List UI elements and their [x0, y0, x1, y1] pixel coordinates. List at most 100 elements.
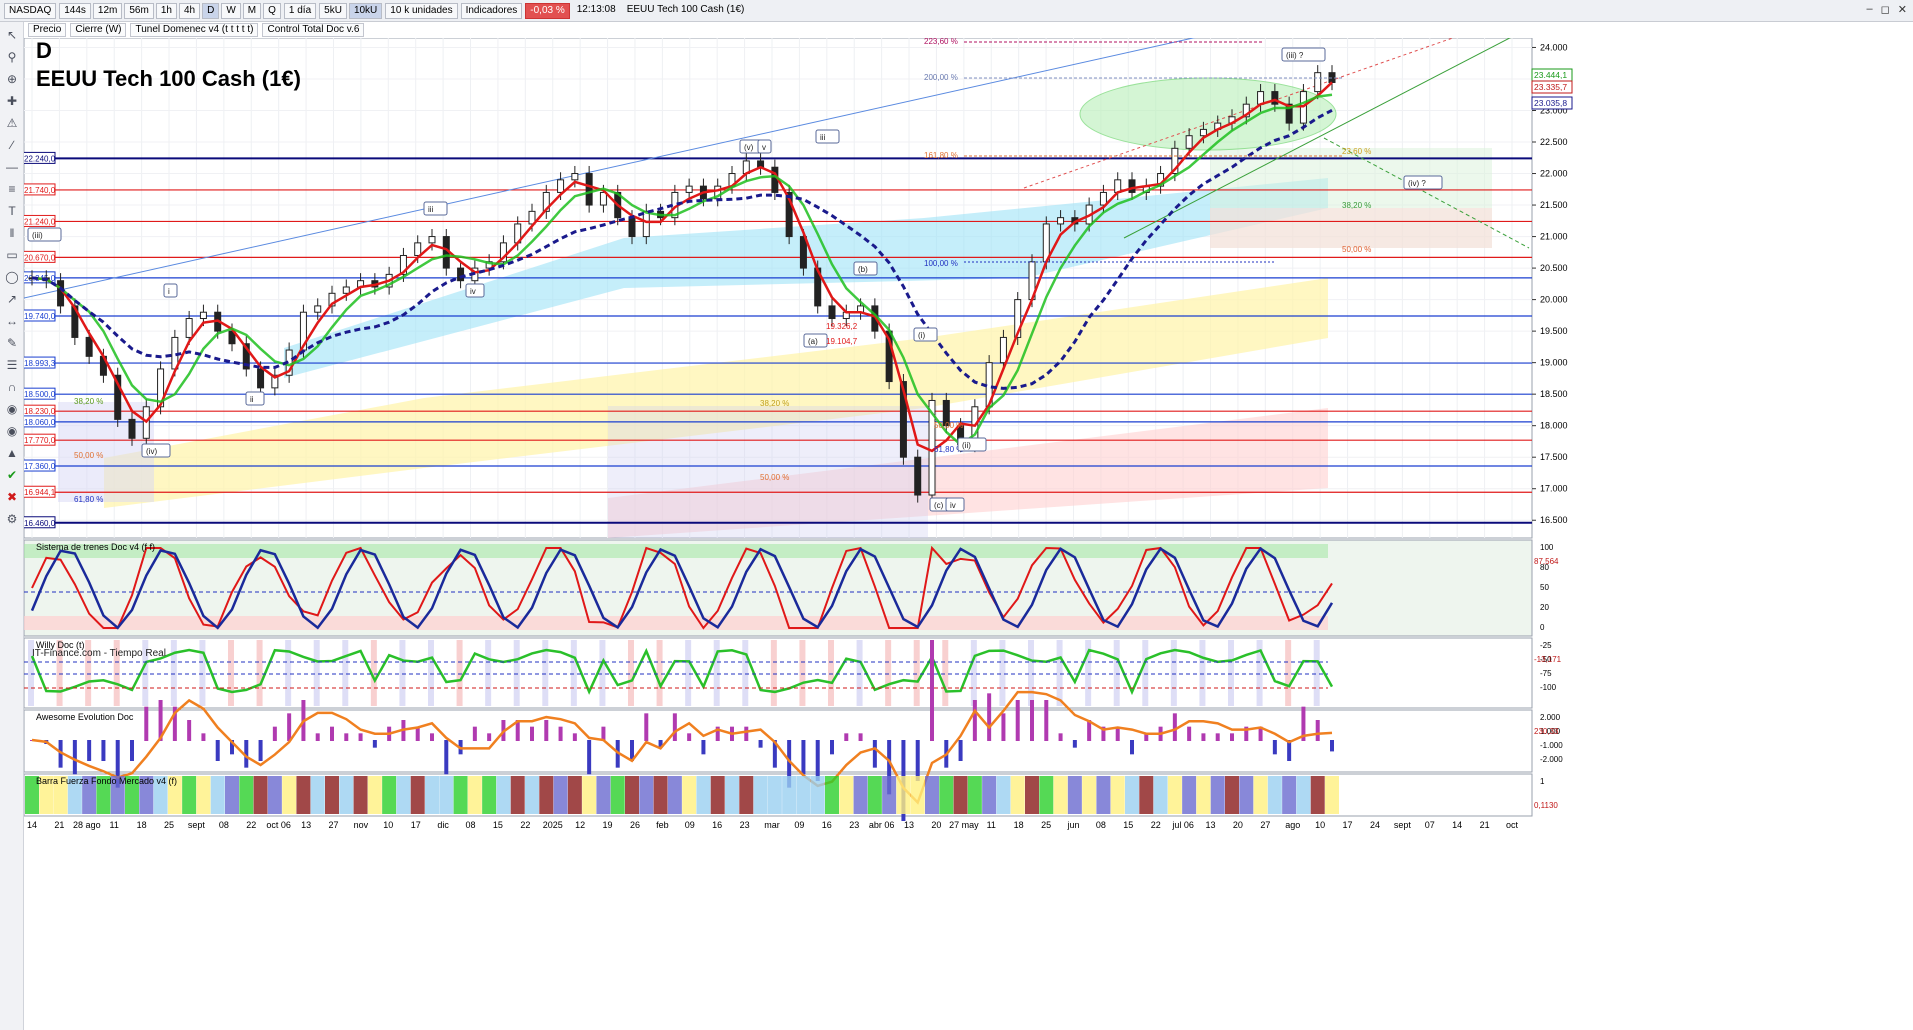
eye-icon[interactable]: ◉: [3, 422, 21, 440]
measure-icon[interactable]: ↔: [3, 312, 21, 330]
timeframe-12m[interactable]: 12m: [92, 2, 123, 19]
rectangle-icon[interactable]: ▭: [3, 246, 21, 264]
willy-bar: [713, 640, 720, 706]
zoom-in-icon[interactable]: ⊕: [3, 70, 21, 88]
x-tick-label: 16: [822, 820, 832, 830]
candle-body: [1314, 72, 1322, 93]
channel-icon[interactable]: ‖: [3, 224, 21, 242]
candle-body: [571, 173, 579, 181]
force-bar: [539, 776, 554, 814]
fib-label: 50,00 %: [760, 473, 789, 482]
close-icon[interactable]: ✕: [1898, 3, 1907, 16]
wave-label: (iii) ?: [1286, 51, 1304, 60]
x-tick-label: mar: [764, 820, 780, 830]
force-bar: [367, 776, 382, 814]
fibonacci-icon[interactable]: ≡: [3, 180, 21, 198]
willy-bar: [1142, 640, 1149, 706]
wave-label: (a): [808, 337, 818, 346]
unit-5ku[interactable]: 5kU: [319, 2, 347, 19]
indicators-button[interactable]: Indicadores: [460, 2, 523, 19]
hline-icon[interactable]: —: [3, 158, 21, 176]
alert-icon[interactable]: ⚠: [3, 114, 21, 132]
willy-bar: [770, 640, 777, 706]
indicator-last-value: 0,1130: [1534, 801, 1558, 810]
x-tick-label: 24: [1370, 820, 1380, 830]
timeframe-d[interactable]: D: [202, 2, 220, 19]
drawing-toolbar: ↖ ⚲ ⊕ ✚ ⚠ ∕ — ≡ T ‖ ▭ ◯ ↗ ↔ ✎ ☰ ∩ ◉ ◉ ▲ …: [0, 22, 24, 1030]
candle-body: [128, 418, 136, 439]
awesome-bar: [930, 640, 934, 741]
force-bar: [253, 776, 268, 814]
text-icon[interactable]: T: [3, 202, 21, 220]
x-tick-label: 18: [1014, 820, 1024, 830]
symbol-selector[interactable]: NASDAQ: [4, 2, 57, 19]
timeframe-1h[interactable]: 1h: [155, 2, 177, 19]
level-label: 18.993,3: [24, 359, 56, 368]
x-tick-label: oct: [1506, 820, 1519, 830]
timeframe-144s[interactable]: 144s: [59, 2, 91, 19]
layers-icon[interactable]: ☰: [3, 356, 21, 374]
force-bar: [425, 776, 439, 814]
magnet-icon[interactable]: ∩: [3, 378, 21, 396]
force-bar: [1253, 776, 1268, 814]
minimize-icon[interactable]: –: [1867, 3, 1873, 16]
awesome-bar: [1215, 733, 1220, 741]
force-bar: [1096, 776, 1111, 814]
settings-icon[interactable]: ⚙: [3, 510, 21, 528]
price-chart[interactable]: 22.240,021.740,021.240,020.670,020.345,0…: [24, 38, 1913, 1030]
wave-label: (iv) ?: [1408, 179, 1426, 188]
restore-icon[interactable]: ◻: [1881, 3, 1890, 16]
awesome-bar: [558, 726, 563, 741]
force-bar: [1182, 776, 1197, 814]
check-icon[interactable]: ✔: [3, 466, 21, 484]
window-tab[interactable]: Precio: [28, 23, 67, 37]
indicator-axis-tick: 100: [1540, 543, 1554, 552]
arrow-icon[interactable]: ↗: [3, 290, 21, 308]
x-tick-label: 09: [685, 820, 695, 830]
window-controls: – ◻ ✕: [1867, 3, 1907, 16]
indicator-pane-frame: [24, 637, 1533, 709]
ellipse-icon[interactable]: ◯: [3, 268, 21, 286]
pencil-icon[interactable]: ✎: [3, 334, 21, 352]
price-axis-tick-label: 18.000: [1540, 421, 1568, 431]
window-tab[interactable]: Tunel Domenec v4 (t t t t t): [130, 23, 259, 37]
fib-label: 50,00 %: [74, 451, 103, 460]
window-tab[interactable]: Control Total Doc v.6: [262, 23, 365, 37]
candle-body: [999, 336, 1007, 364]
awesome-bar: [1072, 740, 1077, 748]
force-bar: [953, 776, 968, 814]
price-axis-tick-label: 17.500: [1540, 452, 1568, 462]
unit-10ku[interactable]: 10kU: [348, 2, 383, 19]
timeframe-56m[interactable]: 56m: [124, 2, 154, 19]
period-selector[interactable]: 1 día: [283, 2, 317, 19]
thumb-up-icon[interactable]: ▲: [3, 444, 21, 462]
indicator-title: Awesome Evolution Doc: [36, 712, 134, 722]
candle-body: [1057, 217, 1065, 225]
willy-bar: [428, 640, 434, 706]
awesome-bar: [1187, 726, 1192, 741]
awesome-bar: [830, 740, 834, 755]
delete-icon[interactable]: ✖: [3, 488, 21, 506]
timeframe-m[interactable]: M: [242, 2, 262, 19]
force-bar: [825, 776, 839, 814]
timeframe-w[interactable]: W: [221, 2, 241, 19]
window-tab[interactable]: Cierre (W): [70, 23, 127, 37]
willy-bar: [485, 640, 492, 706]
candle-body: [428, 236, 436, 244]
zoom-icon[interactable]: ⚲: [3, 48, 21, 66]
force-bar: [239, 776, 254, 814]
awesome-bar: [87, 740, 92, 761]
timeframe-q[interactable]: Q: [263, 2, 281, 19]
awesome-bar: [758, 740, 763, 748]
timeframe-4h[interactable]: 4h: [178, 2, 201, 19]
awesome-bar: [187, 720, 192, 741]
crosshair-icon[interactable]: ✚: [3, 92, 21, 110]
trendline-icon[interactable]: ∕: [3, 136, 21, 154]
force-bar: [382, 776, 397, 814]
unit-select[interactable]: 10 k unidades: [385, 2, 458, 19]
fib-label: 50,00 %: [934, 421, 963, 430]
lavender-box: [608, 406, 928, 538]
cursor-icon[interactable]: ↖: [3, 26, 21, 44]
lock-icon[interactable]: ◉: [3, 400, 21, 418]
awesome-bar: [215, 740, 220, 761]
